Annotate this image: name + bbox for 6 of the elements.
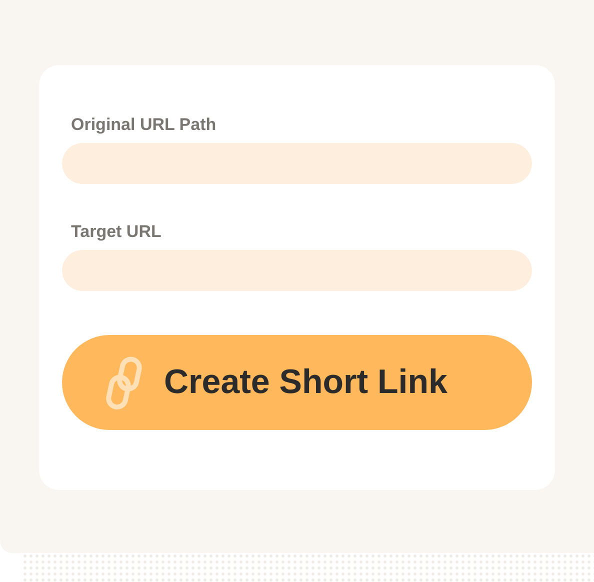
create-button[interactable]: Create Short Link xyxy=(62,335,532,430)
input-field[interactable] xyxy=(62,250,532,291)
field-label: Original URL Path xyxy=(71,115,218,135)
link-icon xyxy=(104,356,144,410)
input-field[interactable] xyxy=(62,143,532,184)
field-label: Target URL xyxy=(71,222,162,242)
